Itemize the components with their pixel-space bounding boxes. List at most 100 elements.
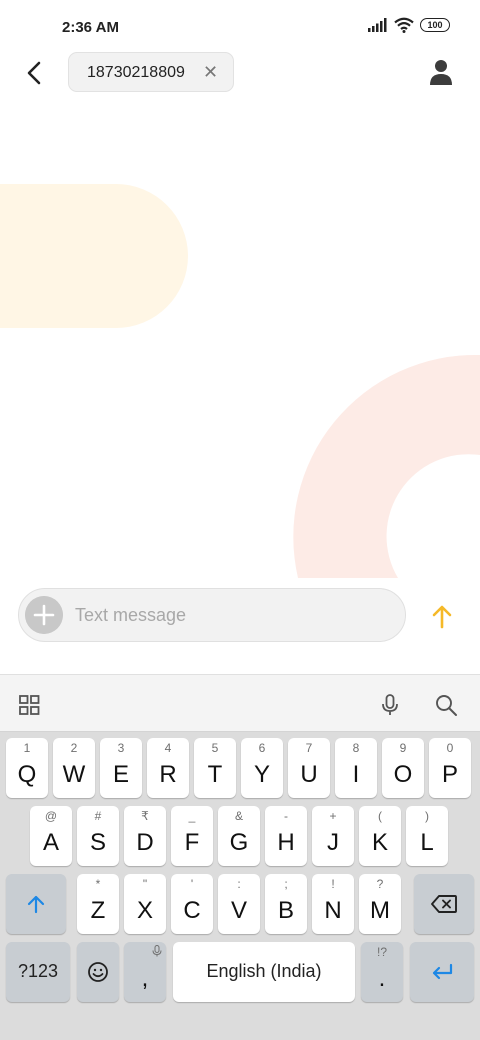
key-label: O: [393, 761, 413, 788]
key[interactable]: 7U: [288, 738, 330, 798]
key-hint: ': [190, 877, 194, 891]
status-bar: 2:36 AM 100: [0, 0, 480, 52]
send-arrow-icon[interactable]: [428, 603, 456, 631]
key-hint: 6: [258, 741, 266, 755]
key[interactable]: ; B: [265, 874, 307, 934]
space-key-label: English (India): [206, 961, 322, 981]
recipient-chip[interactable]: 18730218809 ✕: [68, 52, 234, 92]
period-key-label: .: [378, 965, 386, 992]
key-label: X: [136, 897, 153, 924]
key[interactable]: 9O: [382, 738, 424, 798]
key-hint: 1: [23, 741, 31, 755]
comma-key[interactable]: ,: [124, 942, 166, 1002]
recipient-number: 18730218809: [87, 64, 185, 81]
background-decoration: [0, 184, 480, 578]
conversation-header: 18730218809 ✕: [0, 52, 480, 94]
backspace-icon: [431, 895, 457, 913]
signal-icon: [368, 18, 387, 32]
key[interactable]: -H: [265, 806, 307, 866]
key-hint: 0: [446, 741, 454, 755]
keyboard-toolbar: [0, 674, 480, 732]
grid-icon[interactable]: [18, 693, 42, 717]
key[interactable]: ? M: [359, 874, 401, 934]
message-input[interactable]: [75, 603, 375, 627]
battery-icon: 100: [420, 18, 450, 32]
key-hint: #: [94, 809, 102, 823]
key[interactable]: 0P: [429, 738, 471, 798]
key-label: K: [371, 829, 388, 856]
symbols-key[interactable]: ?123: [6, 942, 70, 1002]
key-hint: _: [188, 809, 196, 823]
wifi-icon: [394, 17, 414, 33]
contact-person-icon[interactable]: [428, 58, 454, 86]
search-icon[interactable]: [434, 693, 458, 717]
plus-icon[interactable]: [25, 596, 63, 634]
key[interactable]: " X: [124, 874, 166, 934]
key[interactable]: + J: [312, 806, 354, 866]
key[interactable]: ' C: [171, 874, 213, 934]
key[interactable]: ) L: [406, 806, 448, 866]
key-hint: 7: [305, 741, 313, 755]
space-key[interactable]: English (India): [173, 942, 355, 1002]
key-hint: (: [378, 809, 382, 823]
shift-icon: [27, 895, 45, 914]
key-label: B: [277, 897, 294, 924]
key-hint: 8: [352, 741, 360, 755]
backspace-key[interactable]: [414, 874, 474, 934]
key-hint: 4: [164, 741, 172, 755]
key-label: J: [327, 829, 339, 856]
key[interactable]: (K: [359, 806, 401, 866]
key-label: S: [89, 829, 106, 856]
key-label: F: [184, 829, 200, 856]
key-hint: ?: [376, 877, 384, 891]
key-hint: *: [95, 877, 101, 891]
key-hint: 9: [399, 741, 407, 755]
key[interactable]: 4R: [147, 738, 189, 798]
keyboard: 1Q 2W 3E 4R 5T 6Y 7U 8I 9O 0P @ A # S ₹ D _…: [0, 674, 480, 1040]
period-key-hint: !?: [376, 945, 387, 959]
status-time: 2:36 AM: [62, 19, 119, 36]
key[interactable]: 2W: [53, 738, 95, 798]
key-hint: +: [329, 809, 337, 823]
key-label: Z: [90, 897, 106, 924]
key-label: A: [42, 829, 59, 856]
enter-key[interactable]: [410, 942, 474, 1002]
symbols-key-label: ?123: [17, 961, 59, 981]
close-icon[interactable]: ✕: [203, 62, 218, 83]
microphone-icon[interactable]: [378, 693, 402, 717]
period-key[interactable]: !? .: [361, 942, 403, 1002]
key-label: W: [62, 761, 86, 788]
back-arrow-icon[interactable]: [22, 58, 48, 88]
key-hint: ): [425, 809, 429, 823]
key[interactable]: ₹ D: [124, 806, 166, 866]
status-icons: 100: [368, 17, 450, 33]
key[interactable]: :V: [218, 874, 260, 934]
key[interactable]: @ A: [30, 806, 72, 866]
key[interactable]: # S: [77, 806, 119, 866]
key[interactable]: 1Q: [6, 738, 48, 798]
message-box: [18, 588, 406, 642]
key[interactable]: * Z: [77, 874, 119, 934]
key-hint: ": [142, 877, 148, 891]
key[interactable]: 8I: [335, 738, 377, 798]
key-hint: :: [237, 877, 241, 891]
key-hint: ;: [284, 877, 288, 891]
key[interactable]: & G: [218, 806, 260, 866]
key[interactable]: 6Y: [241, 738, 283, 798]
key-hint: 5: [211, 741, 219, 755]
key[interactable]: 3E: [100, 738, 142, 798]
key-label: P: [441, 761, 458, 788]
key-label: M: [370, 897, 390, 924]
microphone-icon: [152, 945, 162, 957]
key[interactable]: _ F: [171, 806, 213, 866]
key[interactable]: ! N: [312, 874, 354, 934]
shift-key[interactable]: [6, 874, 66, 934]
key-hint: !: [331, 877, 335, 891]
key-label: V: [230, 897, 247, 924]
key-label: H: [277, 829, 295, 856]
key-label: N: [324, 897, 342, 924]
emoji-icon: [88, 962, 108, 982]
key[interactable]: 5T: [194, 738, 236, 798]
key-label: Q: [17, 761, 37, 788]
emoji-key[interactable]: [77, 942, 119, 1002]
